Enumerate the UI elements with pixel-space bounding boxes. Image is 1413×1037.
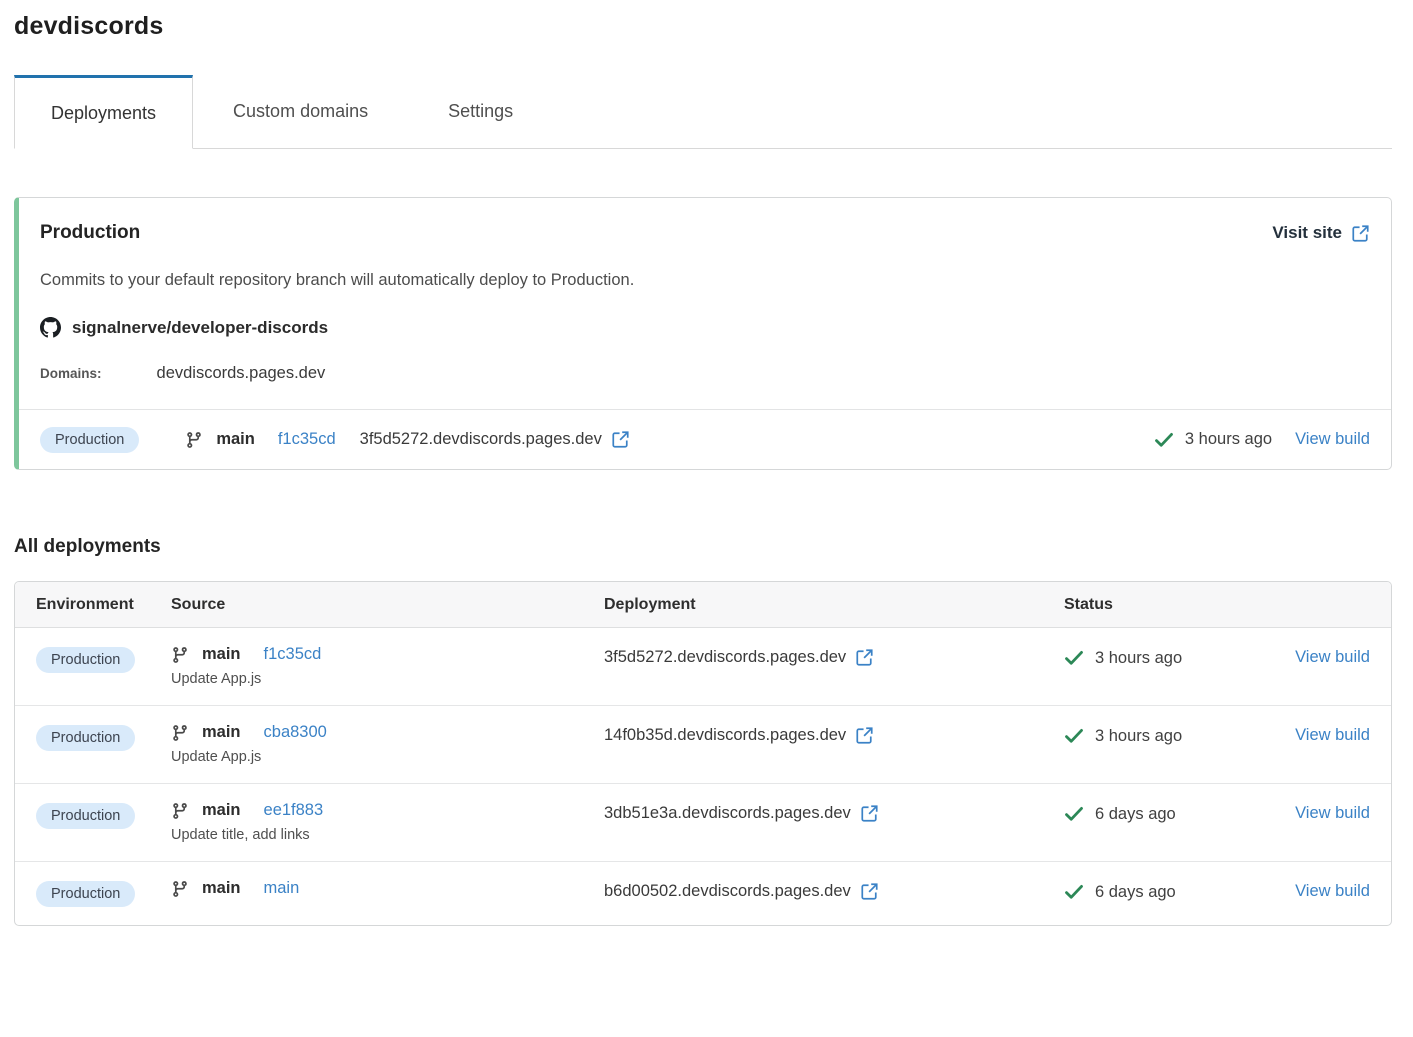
environment-badge: Production: [40, 427, 139, 453]
table-row: Production main cba8300 Update App.js 14…: [15, 705, 1391, 783]
environment-badge: Production: [36, 725, 135, 751]
table-row: Production main f1c35cd Update App.js 3f…: [15, 628, 1391, 705]
view-build-link[interactable]: View build: [1295, 648, 1370, 667]
environment-badge: Production: [36, 803, 135, 829]
deployment-status: 6 days ago: [1064, 804, 1276, 824]
git-branch-icon: [185, 431, 203, 449]
branch-name: main: [202, 801, 241, 820]
column-header-environment: Environment: [15, 596, 171, 614]
external-link-icon: [860, 804, 879, 823]
deployment-url: 3db51e3a.devdiscords.pages.dev: [604, 804, 851, 823]
deployment-status: 3 hours ago: [1064, 648, 1276, 668]
check-icon: [1154, 430, 1174, 450]
external-link-icon: [860, 882, 879, 901]
deployment-status: 6 days ago: [1064, 882, 1276, 902]
external-link-icon: [611, 430, 630, 449]
production-card: Production Visit site Commits to your de…: [14, 197, 1392, 470]
commit-message: Update App.js: [171, 671, 604, 687]
deployment-url: b6d00502.devdiscords.pages.dev: [604, 882, 851, 901]
commit-link[interactable]: ee1f883: [264, 801, 324, 820]
deployment-status: 3 hours ago: [1154, 430, 1272, 450]
deployment-status: 3 hours ago: [1064, 726, 1276, 746]
tab-settings[interactable]: Settings: [408, 75, 553, 148]
external-link-icon: [855, 648, 874, 667]
github-icon: [40, 317, 61, 338]
status-time: 6 days ago: [1095, 883, 1176, 902]
deployment-url: 14f0b35d.devdiscords.pages.dev: [604, 726, 846, 745]
domains-label: Domains:: [40, 366, 102, 381]
branch-name: main: [202, 645, 241, 664]
status-time: 3 hours ago: [1095, 649, 1182, 668]
commit-link[interactable]: f1c35cd: [278, 430, 336, 449]
branch-name: main: [202, 723, 241, 742]
git-branch-icon: [171, 802, 189, 820]
external-link-icon: [855, 726, 874, 745]
deployment-url-link[interactable]: b6d00502.devdiscords.pages.dev: [604, 882, 1064, 901]
tab-bar: Deployments Custom domains Settings: [14, 75, 1392, 149]
visit-site-link[interactable]: Visit site: [1272, 223, 1370, 243]
check-icon: [1064, 648, 1084, 668]
column-header-source: Source: [171, 596, 604, 614]
visit-site-label: Visit site: [1272, 223, 1342, 243]
status-time: 3 hours ago: [1095, 727, 1182, 746]
commit-link[interactable]: main: [264, 879, 300, 898]
git-branch-icon: [171, 646, 189, 664]
repo-name: signalnerve/developer-discords: [72, 318, 328, 338]
tab-settings-label: Settings: [448, 101, 513, 122]
commit-message: Update title, add links: [171, 827, 604, 843]
branch-name: main: [216, 430, 255, 449]
environment-badge: Production: [36, 881, 135, 907]
table-row: Production main ee1f883 Update title, ad…: [15, 783, 1391, 861]
check-icon: [1064, 804, 1084, 824]
production-deployment-row: Production main f1c35cd 3f5d5272.devdisc…: [19, 409, 1391, 469]
deployment-url: 3f5d5272.devdiscords.pages.dev: [604, 648, 846, 667]
column-header-deployment: Deployment: [604, 596, 1064, 614]
git-branch-icon: [171, 880, 189, 898]
external-link-icon: [1351, 224, 1370, 243]
table-row: Production main main b6d00502.devdiscord…: [15, 861, 1391, 925]
deployment-url-link[interactable]: 3db51e3a.devdiscords.pages.dev: [604, 804, 1064, 823]
git-branch-icon: [171, 724, 189, 742]
view-build-link[interactable]: View build: [1295, 430, 1370, 449]
commit-link[interactable]: f1c35cd: [264, 645, 322, 664]
deployment-url: 3f5d5272.devdiscords.pages.dev: [360, 430, 602, 449]
deployment-url-link[interactable]: 14f0b35d.devdiscords.pages.dev: [604, 726, 1064, 745]
deployment-url-link[interactable]: 3f5d5272.devdiscords.pages.dev: [360, 430, 630, 449]
tab-deployments-label: Deployments: [51, 103, 156, 124]
domains-row: Domains: devdiscords.pages.dev: [40, 364, 1370, 409]
view-build-link[interactable]: View build: [1295, 726, 1370, 745]
table-header-row: Environment Source Deployment Status: [15, 582, 1391, 628]
commit-link[interactable]: cba8300: [264, 723, 327, 742]
repo-link[interactable]: signalnerve/developer-discords: [40, 317, 1370, 338]
deployment-url-link[interactable]: 3f5d5272.devdiscords.pages.dev: [604, 648, 1064, 667]
tab-custom-domains[interactable]: Custom domains: [193, 75, 408, 148]
check-icon: [1064, 726, 1084, 746]
status-time: 6 days ago: [1095, 805, 1176, 824]
column-header-status: Status: [1064, 596, 1276, 614]
production-description: Commits to your default repository branc…: [40, 271, 1370, 290]
environment-badge: Production: [36, 647, 135, 673]
check-icon: [1064, 882, 1084, 902]
view-build-link[interactable]: View build: [1295, 882, 1370, 901]
deployments-table: Environment Source Deployment Status Pro…: [14, 581, 1392, 926]
all-deployments-title: All deployments: [14, 536, 1392, 558]
page: devdiscords Deployments Custom domains S…: [0, 0, 1413, 926]
branch-name: main: [202, 879, 241, 898]
view-build-link[interactable]: View build: [1295, 804, 1370, 823]
tab-custom-domains-label: Custom domains: [233, 101, 368, 122]
domains-value: devdiscords.pages.dev: [157, 364, 326, 383]
commit-message: Update App.js: [171, 749, 604, 765]
status-time: 3 hours ago: [1185, 430, 1272, 449]
page-title: devdiscords: [14, 12, 1392, 41]
tab-deployments[interactable]: Deployments: [14, 75, 193, 149]
production-card-title: Production: [40, 222, 140, 244]
